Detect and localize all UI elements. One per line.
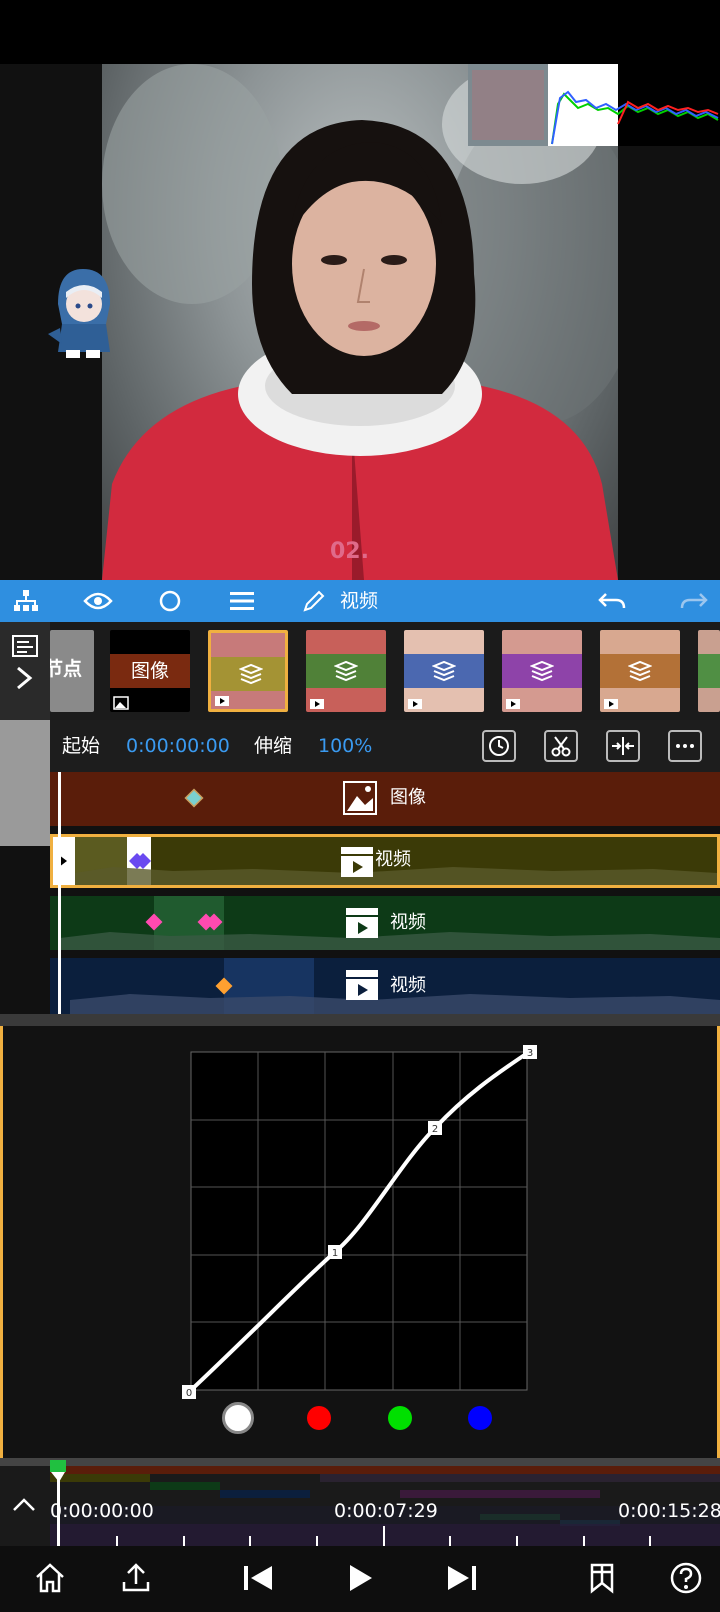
share-icon[interactable] (116, 1558, 156, 1598)
curves-panel: 0 1 2 3 (0, 1014, 720, 1458)
layers-icon (530, 660, 554, 682)
layers-icon (334, 660, 358, 682)
channel-green-button[interactable] (388, 1406, 412, 1430)
shark-girl-sticker[interactable] (48, 264, 118, 364)
toolbar-title: 视频 (340, 590, 379, 612)
video-track-3-label: 视频 (390, 975, 426, 996)
video-track-3-graphics (70, 958, 720, 1014)
video-clip-5[interactable] (600, 630, 680, 712)
image-track-graphics (184, 781, 377, 815)
bottom-navigation (0, 1546, 720, 1612)
clock-icon[interactable] (482, 730, 516, 762)
video-clip-6[interactable] (698, 630, 720, 712)
timeline-start-time: 0:00:00:00 (50, 1500, 154, 1522)
video-track-2-label: 视频 (390, 912, 426, 933)
help-icon[interactable] (666, 1558, 706, 1598)
video-clip-3[interactable] (404, 630, 484, 712)
curve-point-3-label: 3 (527, 1048, 533, 1059)
split-icon[interactable] (606, 730, 640, 762)
channel-red-button[interactable] (307, 1406, 331, 1430)
circle-icon[interactable] (150, 580, 190, 622)
playhead[interactable] (58, 772, 61, 1014)
image-track-label: 图像 (390, 787, 426, 808)
node-clip[interactable]: 节点 (50, 630, 94, 712)
timeline-end-time: 0:00:15:28 (618, 1500, 720, 1522)
redo-icon[interactable] (674, 580, 714, 622)
strip-expand-icon (12, 635, 38, 690)
curve-point-1-label: 1 (332, 1248, 338, 1259)
undo-icon[interactable] (592, 580, 632, 622)
strip-side-panel[interactable] (0, 622, 50, 720)
start-label: 起始 (62, 735, 101, 757)
curve-point-0-label: 0 (186, 1388, 192, 1399)
overview-timeline[interactable]: 0:00:00:00 0:00:07:29 0:00:15:28 (0, 1458, 720, 1546)
scissors-icon[interactable] (544, 730, 578, 762)
video-track-1[interactable]: 视频 (50, 834, 720, 888)
channel-white-button[interactable] (222, 1402, 254, 1434)
skip-forward-icon[interactable] (442, 1558, 482, 1598)
video-track-2[interactable]: 视频 (50, 896, 720, 950)
image-clip[interactable]: 图像 (110, 630, 190, 712)
layers-icon (432, 660, 456, 682)
histogram-overlay (468, 64, 720, 146)
video-clip-2[interactable] (306, 630, 386, 712)
video-badge-icon (506, 699, 520, 709)
layers-icon (239, 663, 263, 685)
image-badge-icon (113, 696, 129, 710)
video-preview[interactable]: 02. (0, 64, 720, 580)
clip-strip[interactable]: 节点 图像 (0, 622, 720, 720)
more-icon[interactable] (668, 730, 702, 762)
node-clip-label: 节点 (50, 658, 83, 680)
video-track-3[interactable]: 视频 (50, 958, 720, 1014)
pencil-icon[interactable] (298, 580, 330, 622)
status-bar (0, 0, 720, 64)
image-track[interactable]: 图像 (50, 772, 720, 826)
clip-info-bar: 起始 0:00:00:00 伸缩 100% (50, 720, 720, 772)
top-toolbar: 视频 (0, 580, 720, 622)
video-badge-icon (408, 699, 422, 709)
speed-label: 伸缩 (254, 735, 293, 757)
video-badge-icon (604, 699, 618, 709)
timeline-mid-time: 0:00:07:29 (334, 1500, 438, 1522)
eye-icon[interactable] (76, 580, 120, 622)
video-track-1-label: 视频 (375, 849, 411, 870)
menu-icon[interactable] (222, 580, 262, 622)
bookmark-icon[interactable] (582, 1558, 622, 1598)
layers-icon (628, 660, 652, 682)
track-header (0, 846, 50, 1014)
video-badge-icon (215, 696, 229, 706)
start-value[interactable]: 0:00:00:00 (126, 720, 230, 772)
playhead-marker (50, 1460, 66, 1472)
video-track-2-graphics (60, 896, 720, 950)
skip-back-icon[interactable] (238, 1558, 278, 1598)
layers-tree-icon[interactable] (6, 580, 46, 622)
watermark-text: 02. (330, 539, 369, 564)
curve-editor[interactable]: 0 1 2 3 (3, 1014, 717, 1458)
image-clip-label: 图像 (130, 660, 169, 682)
video-badge-icon (310, 699, 324, 709)
collapse-chevron-icon (13, 1498, 35, 1511)
video-clip-1[interactable] (208, 630, 288, 712)
track-header-selected (0, 720, 50, 846)
panel-divider[interactable] (0, 1014, 720, 1026)
home-icon[interactable] (30, 1558, 70, 1598)
play-icon[interactable] (340, 1558, 380, 1598)
speed-value[interactable]: 100% (318, 720, 372, 772)
curve-point-2-label: 2 (432, 1124, 438, 1135)
video-clip-4[interactable] (502, 630, 582, 712)
channel-blue-button[interactable] (468, 1406, 492, 1430)
